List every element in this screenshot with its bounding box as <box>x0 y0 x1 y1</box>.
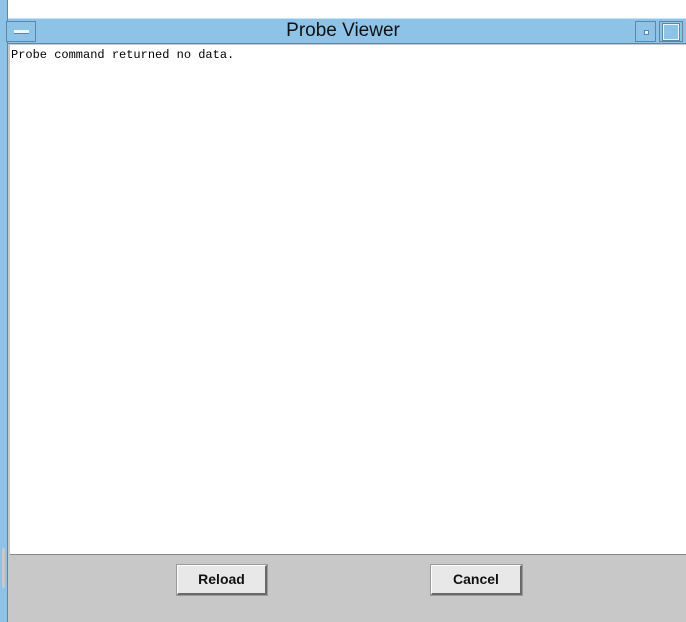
maximize-box <box>662 23 680 41</box>
output-text-area[interactable]: Probe command returned no data. <box>10 45 686 555</box>
reload-button[interactable]: Reload <box>176 564 268 596</box>
probe-viewer-window: Probe Viewer Probe command returned no d… <box>0 0 686 622</box>
title-bar-top-edge <box>0 0 686 18</box>
button-bar: Reload Cancel <box>10 556 686 622</box>
probe-output-text: Probe command returned no data. <box>11 48 235 62</box>
minimize-dot <box>644 30 649 35</box>
window-left-frame <box>0 0 8 622</box>
window-title: Probe Viewer <box>286 20 400 41</box>
maximize-icon[interactable] <box>659 21 683 42</box>
cancel-button[interactable]: Cancel <box>430 564 523 596</box>
minimize-icon[interactable] <box>635 21 656 42</box>
